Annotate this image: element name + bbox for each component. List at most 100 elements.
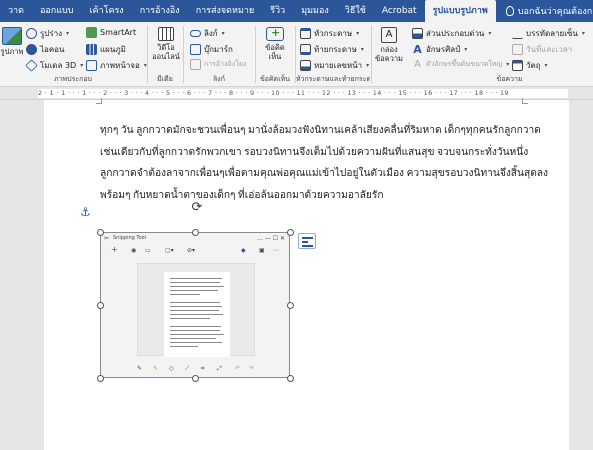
- horizontal-ruler[interactable]: 2 · 1 · 1 · · · 1 · · · 2 · · · 3 · · · …: [0, 87, 593, 100]
- smartart-button[interactable]: SmartArt: [86, 27, 136, 38]
- mini-text-line: [170, 338, 216, 340]
- bookmark-button[interactable]: บุ๊กมาร์ก: [190, 43, 233, 56]
- snip-text-actions-icon: ⤢: [217, 365, 222, 372]
- tab-3[interactable]: การอ้างอิง: [132, 0, 188, 22]
- drop-cap-icon: A: [414, 59, 421, 70]
- mini-text-line: [170, 346, 198, 348]
- snip-copilot-icon: ◆: [241, 247, 246, 254]
- date-time-button[interactable]: วันที่และเวลา: [512, 43, 572, 56]
- resize-handle-right[interactable]: [287, 302, 294, 309]
- snip-delay-icon: ⊘▾: [187, 247, 196, 254]
- snipping-tool-screenshot: ✂ Snipping Tool … — ☐ ✕ + ◉ ▭ ▢▾ ⊘▾ ◆ ▣ …: [101, 233, 289, 377]
- cross-reference-button[interactable]: การอ้างอิงโยง: [190, 59, 246, 70]
- quick-parts-icon: [412, 28, 423, 39]
- paragraph-line: ลูกกวาดจำต้องลาจากเพื่อนๆเพื่อตามคุณพ่อค…: [100, 168, 549, 179]
- signature-icon: [512, 28, 523, 39]
- mini-text-line: [170, 282, 220, 284]
- tab-0[interactable]: วาด: [0, 0, 32, 22]
- mini-text-line: [170, 314, 223, 316]
- 3d-models-button[interactable]: โมเดล 3D: [25, 59, 83, 72]
- resize-handle-top-right[interactable]: [287, 229, 294, 236]
- paragraph-line: พร้อมๆ กับหยาดน้ำตาของเด็กๆ ที่เอ่อล้นออ…: [100, 189, 384, 201]
- group-label-header-footer: หัวกระดาษและท้ายกระดาษ: [296, 75, 370, 83]
- mini-text-line: [170, 342, 222, 344]
- selected-picture[interactable]: ✂ Snipping Tool … — ☐ ✕ + ◉ ▭ ▢▾ ⊘▾ ◆ ▣ …: [100, 232, 290, 378]
- tab-8[interactable]: Acrobat: [374, 0, 425, 22]
- tab-2[interactable]: เค้าโครง: [81, 0, 131, 22]
- mini-text-line: [170, 310, 219, 312]
- mini-document-preview: [164, 272, 230, 357]
- group-label-illustrations: ภาพประกอบ: [53, 75, 92, 83]
- footer-button[interactable]: ท้ายกระดาษ: [300, 43, 364, 56]
- text-box-button[interactable]: A กล่องข้อความ: [374, 27, 404, 63]
- link-icon: [190, 30, 201, 37]
- drop-cap-button[interactable]: A ตัวอักษรขึ้นต้นขนาดใหญ่: [412, 59, 509, 70]
- resize-handle-bottom[interactable]: [192, 375, 199, 382]
- anchor-icon[interactable]: ⚓: [80, 205, 91, 219]
- tab-6[interactable]: มุมมอง: [293, 0, 337, 22]
- tab-1[interactable]: ออกแบบ: [32, 0, 82, 22]
- icons-icon: [26, 44, 37, 55]
- resize-handle-bottom-right[interactable]: [287, 375, 294, 382]
- layout-options-icon[interactable]: [298, 233, 316, 249]
- snip-undo-icon: ↶: [235, 365, 241, 372]
- mini-text-line: [170, 286, 224, 288]
- new-comment-button[interactable]: + ข้อคิดเห็น: [260, 27, 290, 62]
- snip-crop-icon: ⌗: [201, 365, 205, 372]
- page-number-button[interactable]: หมายเลขหน้า: [300, 59, 369, 72]
- comment-icon: +: [266, 27, 284, 41]
- ribbon-tab-bar: วาด ออกแบบ เค้าโครง การอ้างอิง การส่งจดหมายร…: [0, 0, 593, 22]
- object-button[interactable]: วัตถุ: [512, 59, 548, 72]
- pictures-button[interactable]: รูปภาพ: [0, 27, 24, 56]
- online-video-button[interactable]: วิดีโอออนไลน์: [150, 27, 182, 61]
- mini-text-line: [170, 290, 218, 292]
- mini-text-line: [170, 278, 222, 280]
- screenshot-button[interactable]: ภาพหน้าจอ: [86, 59, 147, 72]
- shapes-button[interactable]: รูปร่าง: [26, 27, 69, 40]
- group-links: ลิงก์ บุ๊กมาร์ก การอ้างอิงโยง ลิงก์: [184, 22, 254, 87]
- screenshot-icon: [86, 60, 97, 71]
- snip-new-icon: +: [111, 245, 118, 254]
- resize-handle-left[interactable]: [97, 302, 104, 309]
- shapes-icon: [26, 28, 37, 39]
- ribbon: รูปภาพ รูปร่าง ไอคอน โมเดล 3D SmartArt แ…: [0, 22, 593, 87]
- tab-7[interactable]: วิธีใช้: [337, 0, 374, 22]
- resize-handle-top[interactable]: [192, 229, 199, 236]
- tab-5[interactable]: รีวิว: [262, 0, 293, 22]
- icons-button[interactable]: ไอคอน: [26, 43, 64, 56]
- mini-text-line: [170, 306, 222, 308]
- video-icon: [158, 27, 174, 41]
- group-label-comments: ข้อคิดเห็น: [259, 75, 290, 83]
- chart-icon: [86, 44, 97, 55]
- tab-9[interactable]: รูปแบบรูปภาพ: [424, 0, 496, 22]
- mini-text-line: [170, 330, 220, 332]
- header-button[interactable]: หัวกระดาษ: [300, 27, 359, 40]
- wordart-button[interactable]: A อักษรศิลป์: [412, 43, 467, 56]
- tab-4[interactable]: การส่งจดหมาย: [188, 0, 263, 22]
- resize-handle-bottom-left[interactable]: [97, 375, 104, 382]
- bookmark-icon: [190, 44, 201, 55]
- chart-button[interactable]: แผนภูมิ: [86, 43, 126, 56]
- word-window: วาด ออกแบบ เค้าโครง การอ้างอิง การส่งจดหมายร…: [0, 0, 593, 450]
- paragraph-line: ทุกๆ วัน ลูกกวาดมักจะชวนเพื่อนๆ มานั่งล้…: [100, 125, 541, 136]
- snip-pen-icon: ✎: [137, 365, 143, 372]
- snip-video-icon: ▭: [145, 247, 151, 254]
- tell-me-text: บอกฉันว่าคุณต้องการทำอะไร: [517, 7, 593, 17]
- link-button[interactable]: ลิงก์: [190, 27, 225, 40]
- signature-line-button[interactable]: บรรทัดลายเซ็น: [512, 27, 585, 40]
- cube-icon: [25, 59, 38, 72]
- document-paragraph[interactable]: ทุกๆ วัน ลูกกวาดมักจะชวนเพื่อนๆ มานั่งล้…: [100, 120, 549, 206]
- header-icon: [300, 28, 311, 39]
- group-label-links: ลิงก์: [213, 75, 225, 83]
- mini-text-line: [170, 318, 210, 320]
- snip-window-controls: … — ☐ ✕: [256, 235, 285, 242]
- footer-icon: [300, 44, 311, 55]
- resize-handle-top-left[interactable]: [97, 229, 104, 236]
- lightbulb-icon: [505, 6, 514, 16]
- quick-parts-button[interactable]: ส่วนประกอบด่วน: [412, 27, 491, 40]
- tell-me-search[interactable]: บอกฉันว่าคุณต้องการทำอะไร: [496, 4, 593, 18]
- text-box-icon: A: [381, 27, 397, 43]
- snip-toolbar: + ◉ ▭ ▢▾ ⊘▾ ◆ ▣ ⋯: [101, 245, 289, 259]
- mini-text-line: [170, 302, 220, 304]
- rotate-handle-icon[interactable]: ⟳: [190, 201, 204, 215]
